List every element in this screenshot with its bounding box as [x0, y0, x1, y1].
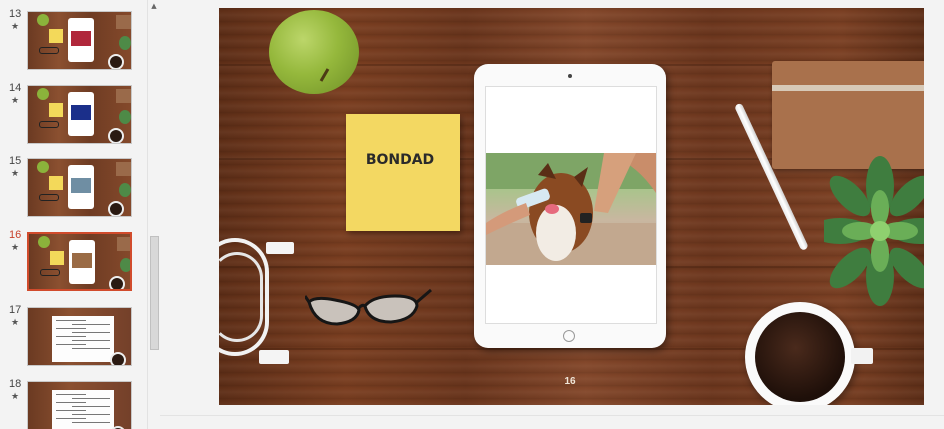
thumb-notebook — [116, 89, 131, 103]
thumb-sticky-note — [49, 103, 63, 117]
coffee-cup-image — [745, 302, 855, 405]
editor-horizontal-area — [160, 415, 944, 429]
slide-thumbnail-14[interactable]: 14 ★ — [0, 82, 147, 152]
thumbnail-slide-number: 13 — [9, 8, 22, 20]
thumb-plant — [119, 110, 131, 124]
thumb-text-line — [56, 328, 86, 329]
thumb-tablet — [69, 240, 95, 284]
thumbnail-image[interactable] — [27, 11, 132, 70]
thumb-text-line — [72, 324, 110, 325]
thumb-tablet-photo — [71, 31, 91, 46]
animation-star-icon: ★ — [11, 318, 20, 328]
thumb-sticky-note — [50, 251, 64, 265]
thumb-text-line — [72, 414, 110, 415]
thumb-text-line — [72, 348, 110, 349]
dog-drinking-photo[interactable] — [486, 153, 656, 265]
thumb-text-line — [56, 410, 86, 411]
thumb-glasses — [39, 194, 59, 201]
slide-thumbnail-13[interactable]: 13 ★ — [0, 8, 147, 78]
slide-number: 16 — [564, 376, 576, 387]
slide-thumbnail-16[interactable]: 16 ★ — [0, 229, 147, 299]
thumbnail-slide-number: 18 — [9, 378, 22, 390]
animation-star-icon: ★ — [11, 243, 20, 253]
dog-photo-illustration — [486, 153, 656, 265]
thumb-text-line — [72, 422, 110, 423]
thumb-glasses — [39, 47, 59, 54]
thumb-text-line — [72, 398, 110, 399]
thumb-text-line — [56, 394, 86, 395]
thumb-text-line — [72, 406, 110, 407]
eyeglasses-image — [305, 288, 432, 326]
thumb-cup — [108, 54, 124, 69]
thumbnail-image[interactable] — [27, 307, 132, 366]
thumb-plant — [120, 258, 130, 272]
thumb-glasses — [40, 269, 60, 276]
thumb-text-line — [56, 344, 86, 345]
thumbnail-image[interactable] — [27, 85, 132, 144]
tablet-mockup — [474, 64, 666, 348]
thumb-sticky-note — [49, 29, 63, 43]
thumbnail-slide-number: 16 — [9, 229, 22, 241]
thumb-cup — [110, 352, 126, 365]
tablet-camera — [568, 74, 572, 78]
slide-thumbnail-pane[interactable]: 13 ★ 14 ★ 15 ★ 16 ★ 17 ★ 18 ★ — [0, 0, 147, 429]
notebook-band — [772, 85, 924, 91]
animation-star-icon: ★ — [11, 22, 20, 32]
thumb-plant — [119, 183, 131, 197]
thumb-tablet-photo — [72, 253, 92, 268]
slide-thumbnail-17[interactable]: 17 ★ — [0, 304, 147, 374]
scrollbar-thumb[interactable] — [150, 236, 159, 350]
scroll-up-arrow-icon[interactable]: ▲ — [149, 1, 159, 11]
coffee-surface — [755, 312, 845, 402]
thumb-tablet — [68, 165, 94, 209]
charging-cable-loop — [219, 252, 263, 342]
thumb-notebook — [116, 162, 131, 176]
thumbnail-slide-number: 17 — [9, 304, 22, 316]
slide-thumbnail-18[interactable]: 18 ★ — [0, 378, 147, 429]
animation-star-icon: ★ — [11, 392, 20, 402]
thumb-tablet-photo — [71, 178, 91, 193]
animation-star-icon: ★ — [11, 169, 20, 179]
thumb-paper — [52, 316, 114, 362]
thumb-apple — [37, 161, 49, 173]
thumb-apple — [38, 236, 50, 248]
sticky-note-text[interactable]: BONDAD — [346, 152, 454, 168]
thumb-notebook — [117, 237, 130, 251]
thumb-apple — [37, 14, 49, 26]
thumb-glasses — [39, 121, 59, 128]
thumb-apple — [37, 88, 49, 100]
thumb-tablet — [68, 92, 94, 136]
thumb-cup — [108, 201, 124, 216]
thumb-notebook — [116, 15, 131, 29]
thumb-text-line — [72, 332, 110, 333]
usb-plug-image — [259, 350, 289, 364]
slide-thumbnail-15[interactable]: 15 ★ — [0, 155, 147, 225]
thumb-cup — [109, 276, 125, 289]
thumb-text-line — [56, 336, 86, 337]
thumb-text-line — [56, 418, 86, 419]
tablet-home-button — [563, 330, 575, 342]
tablet-screen — [485, 86, 657, 324]
slide-canvas[interactable]: BONDAD 16 — [219, 8, 924, 405]
thumbnail-scrollbar[interactable]: ▲ — [147, 0, 160, 429]
animation-star-icon: ★ — [11, 96, 20, 106]
coffee-cup-handle — [851, 348, 873, 364]
thumb-sticky-note — [49, 176, 63, 190]
thumb-tablet-photo — [71, 105, 91, 120]
thumbnail-image[interactable] — [27, 381, 132, 429]
thumbnail-image[interactable] — [27, 232, 132, 291]
thumb-text-line — [72, 340, 110, 341]
succulent-plant-image — [824, 156, 924, 306]
thumbnail-image[interactable] — [27, 158, 132, 217]
thumbnail-slide-number: 15 — [9, 155, 22, 167]
thumb-text-line — [56, 320, 86, 321]
sticky-note[interactable]: BONDAD — [346, 114, 460, 231]
lightning-connector-image — [266, 242, 294, 254]
thumb-tablet — [68, 18, 94, 62]
thumbnail-slide-number: 14 — [9, 82, 22, 94]
thumb-plant — [119, 36, 131, 50]
thumb-text-line — [56, 402, 86, 403]
thumb-cup — [108, 128, 124, 143]
apple-image — [269, 10, 359, 94]
